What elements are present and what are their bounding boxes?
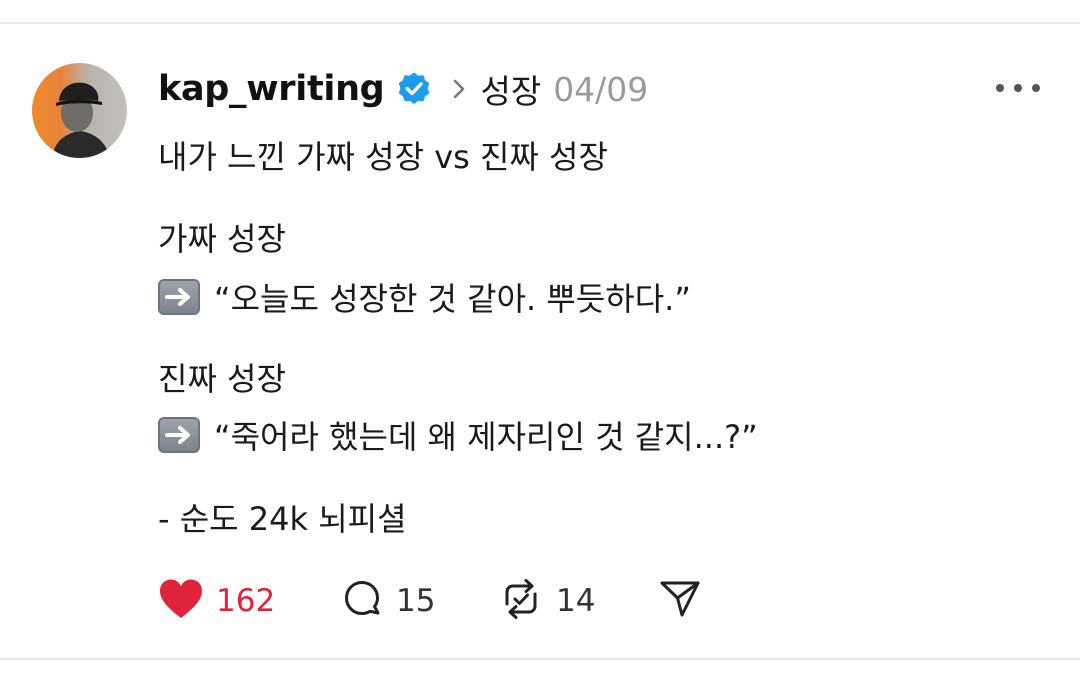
more-horizontal-icon (1032, 84, 1040, 92)
username[interactable]: kap_writing (158, 69, 385, 109)
reply-count: 15 (396, 583, 436, 619)
post-text-line-2: 가짜 성장 (158, 214, 286, 260)
post-text-line-3: “오늘도 성장한 것 같아. 뿌듯하다.” (158, 274, 691, 320)
send-icon (658, 577, 702, 625)
verified-badge-icon (396, 71, 432, 107)
like-button[interactable]: 162 (158, 578, 275, 624)
comment-icon (340, 577, 384, 625)
action-bar: 162 15 14 (158, 578, 718, 624)
fake-growth-quote: “오늘도 성장한 것 같아. 뿌듯하다.” (214, 280, 691, 318)
share-button[interactable] (658, 578, 702, 624)
topic-tag[interactable]: 성장 (480, 65, 541, 113)
real-growth-quote: “죽어라 했는데 왜 제자리인 것 같지...?” (214, 418, 758, 456)
repost-count: 14 (556, 583, 596, 619)
reply-button[interactable]: 15 (340, 578, 435, 624)
post-text-line-5: “죽어라 했는데 왜 제자리인 것 같지...?” (158, 412, 758, 458)
post-headline: 내가 느낀 가짜 성장 vs 진짜 성장 (158, 138, 608, 176)
avatar[interactable] (32, 63, 127, 158)
post-card: kap_writing 성장 04/09 내가 느낀 가짜 성장 vs 진짜 성… (0, 0, 1080, 678)
more-options-button[interactable] (996, 78, 1040, 98)
post-text-line-6: - 순도 24k 뇌피셜 (158, 494, 407, 540)
top-divider (0, 22, 1080, 24)
more-horizontal-icon (996, 84, 1004, 92)
like-count: 162 (216, 583, 276, 619)
repost-icon (498, 577, 544, 625)
post-header: kap_writing 성장 04/09 (158, 66, 648, 112)
timestamp: 04/09 (553, 69, 649, 109)
bottom-divider (0, 658, 1080, 660)
right-arrow-emoji-icon (158, 279, 200, 315)
post-signoff: - 순도 24k 뇌피셜 (158, 500, 407, 538)
more-horizontal-icon (1014, 84, 1022, 92)
right-arrow-emoji-icon (158, 417, 200, 453)
post-text-line-1: 내가 느낀 가짜 성장 vs 진짜 성장 (158, 132, 608, 178)
chevron-right-icon (448, 73, 470, 105)
heart-icon (158, 578, 204, 624)
repost-button[interactable]: 14 (498, 578, 595, 624)
real-growth-label: 진짜 성장 (158, 360, 286, 398)
fake-growth-label: 가짜 성장 (158, 220, 286, 258)
post-text-line-4: 진짜 성장 (158, 354, 286, 400)
